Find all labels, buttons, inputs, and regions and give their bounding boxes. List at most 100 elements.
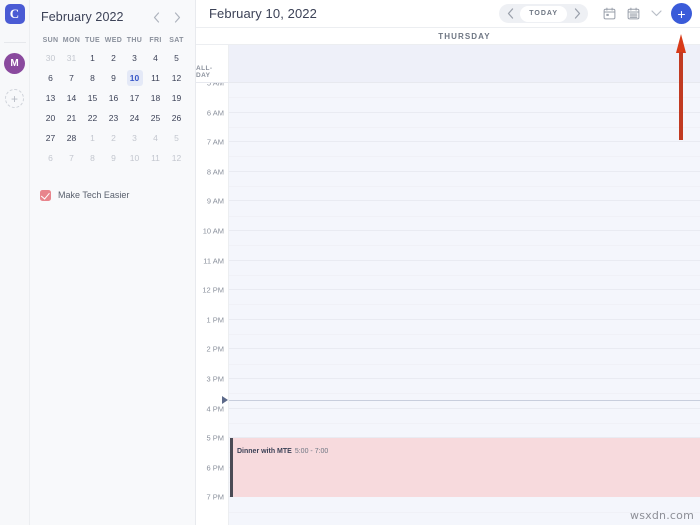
mini-calendar-next-icon[interactable] [168,8,187,27]
today-button[interactable]: TODAY [520,5,567,22]
mini-calendar-day[interactable]: 26 [166,108,187,128]
hour-slot[interactable] [229,172,700,202]
mini-calendar-day[interactable]: 14 [61,88,82,108]
mini-calendar-day[interactable]: 1 [82,48,103,68]
date-navigation: TODAY [499,4,588,23]
mini-calendar-day[interactable]: 4 [145,128,166,148]
mini-calendar-day[interactable]: 15 [82,88,103,108]
add-account-button[interactable]: + [5,89,24,108]
mini-calendar-day-selected[interactable]: 10 [124,68,145,88]
account-rail: C M + [0,0,30,525]
mini-calendar-day[interactable]: 3 [124,48,145,68]
hour-slot[interactable] [229,201,700,231]
hour-slot[interactable] [229,113,700,143]
mini-calendar-day[interactable]: 20 [40,108,61,128]
calendar-checkbox[interactable] [40,189,51,201]
calendar-day-icon[interactable] [598,3,620,25]
mini-calendar-day[interactable]: 7 [61,68,82,88]
mini-calendar-day[interactable]: 11 [145,148,166,168]
mini-calendar-day-number: 17 [129,93,140,103]
all-day-row: ALL-DAY [196,45,700,83]
mini-calendar-day-number: 2 [111,133,116,143]
mini-calendar-day[interactable]: 12 [166,148,187,168]
mini-calendar-day[interactable]: 9 [103,148,124,168]
mini-calendar-day[interactable]: 17 [124,88,145,108]
mini-calendar-day[interactable]: 4 [145,48,166,68]
mini-calendar-day[interactable]: 16 [103,88,124,108]
mini-calendar-day[interactable]: 8 [82,68,103,88]
calendar-week-icon[interactable] [622,3,644,25]
all-day-cell[interactable] [229,45,700,82]
mini-calendar-day[interactable]: 23 [103,108,124,128]
mini-calendar-day[interactable]: 22 [82,108,103,128]
mini-calendar-day[interactable]: 5 [166,48,187,68]
mini-calendar-day[interactable]: 5 [166,128,187,148]
mini-calendar-day[interactable]: 27 [40,128,61,148]
hour-label: 12 PM [202,285,224,295]
mini-calendar-day-number: 7 [69,73,74,83]
mini-calendar-day-number: 26 [171,113,182,123]
page-title: February 10, 2022 [209,6,317,21]
mini-calendar-day[interactable]: 1 [82,128,103,148]
hour-slot[interactable] [229,320,700,350]
hour-slot[interactable] [229,261,700,291]
mini-calendar-day[interactable]: 6 [40,68,61,88]
calendar-name: Make Tech Easier [58,190,130,200]
mini-calendar-day[interactable]: 9 [103,68,124,88]
prev-day-icon[interactable] [500,4,520,23]
chevron-down-icon[interactable] [646,4,666,24]
next-day-icon[interactable] [567,4,587,23]
app-logo-c-icon[interactable]: C [4,4,25,24]
mini-calendar-day[interactable]: 25 [145,108,166,128]
mini-calendar-title: February 2022 [41,10,124,24]
calendar-event[interactable]: Dinner with MTE 5:00 - 7:00 [230,438,700,498]
mini-calendar-day[interactable]: 13 [40,88,61,108]
mini-calendar-day-number: 28 [66,133,77,143]
mini-calendar-day[interactable]: 10 [124,148,145,168]
mini-calendar-day[interactable]: 3 [124,128,145,148]
mini-calendar-day-number: 3 [132,53,137,63]
avatar[interactable]: M [4,53,25,74]
mini-calendar-day[interactable]: 6 [40,148,61,168]
mini-calendar-day[interactable]: 28 [61,128,82,148]
toolbar: February 10, 2022 TODAY + [196,0,700,28]
calendar-list: Make Tech Easier [30,186,195,204]
mini-calendar-day[interactable]: 31 [61,48,82,68]
mini-calendar-day-number: 6 [48,153,53,163]
mini-calendar-day-number: 18 [150,93,161,103]
hour-label: 6 PM [206,463,224,473]
hour-slot[interactable] [229,142,700,172]
hour-label: 3 PM [206,374,224,384]
hour-slot[interactable] [229,409,700,439]
mini-calendar-day[interactable]: 21 [61,108,82,128]
mini-calendar-day[interactable]: 24 [124,108,145,128]
hour-slot[interactable] [229,83,700,113]
mini-calendar-day[interactable]: 30 [40,48,61,68]
hour-slot[interactable] [229,349,700,379]
mini-calendar-weekday: MON [62,37,81,44]
mini-calendar-day[interactable]: 2 [103,128,124,148]
mini-calendar-prev-icon[interactable] [147,8,166,27]
calendar-list-item[interactable]: Make Tech Easier [40,186,185,204]
hour-label: 7 PM [206,492,224,502]
mini-calendar-day-number: 3 [132,133,137,143]
day-label: THURSDAY [438,31,491,41]
day-slots[interactable]: Dinner with MTE 5:00 - 7:00 [229,83,700,525]
mini-calendar-day-number: 4 [153,53,158,63]
mini-calendar-grid[interactable]: SUN MON TUE WED THU FRI SAT 30 31 1 2 3 4 5 6 7 8 9 10 11 12… [30,34,195,168]
hour-slot[interactable] [229,231,700,261]
mini-calendar-weekday: FRI [149,37,162,44]
hour-label: 7 AM [206,137,224,147]
mini-calendar-day[interactable]: 18 [145,88,166,108]
mini-calendar-day-number: 11 [151,73,160,83]
mini-calendar-day[interactable]: 8 [82,148,103,168]
mini-calendar-day-number: 27 [45,133,56,143]
mini-calendar-day[interactable]: 19 [166,88,187,108]
add-event-button[interactable]: + [671,3,692,24]
mini-calendar-day[interactable]: 12 [166,68,187,88]
mini-calendar-day[interactable]: 7 [61,148,82,168]
hour-slot[interactable] [229,379,700,409]
mini-calendar-day[interactable]: 11 [145,68,166,88]
hour-slot[interactable] [229,290,700,320]
mini-calendar-day[interactable]: 2 [103,48,124,68]
